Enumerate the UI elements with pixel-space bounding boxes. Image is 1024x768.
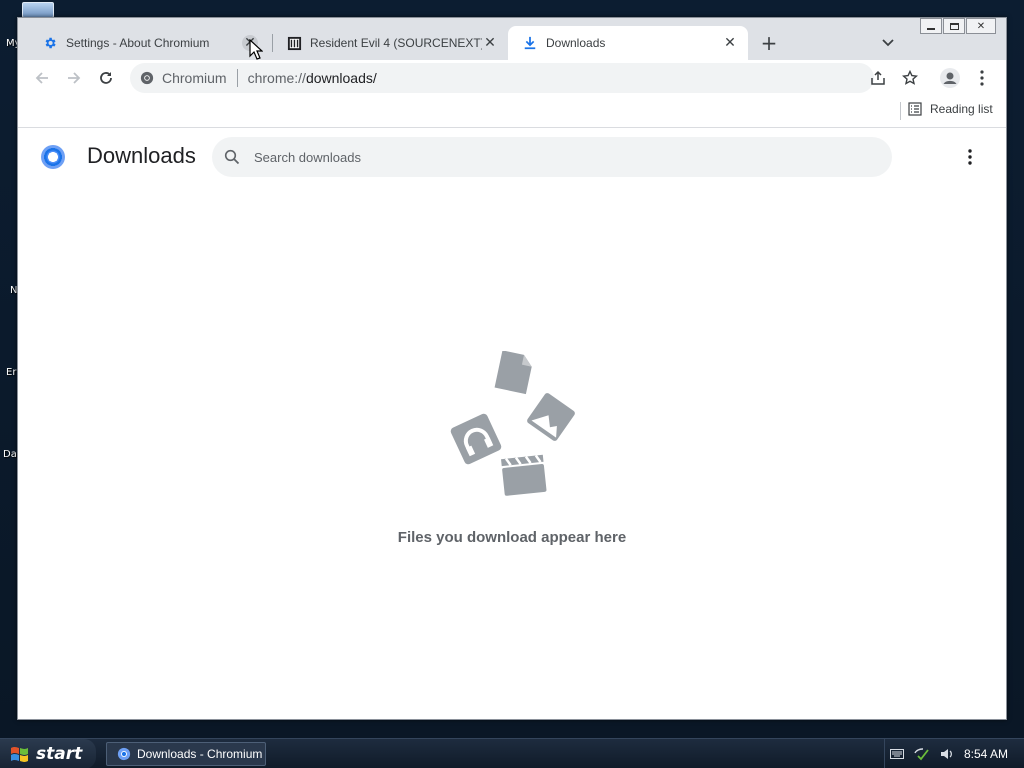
desktop-icon[interactable] — [22, 2, 54, 18]
start-button[interactable]: start — [0, 739, 96, 768]
reading-list-icon — [908, 102, 922, 116]
kebab-menu-icon — [968, 149, 972, 165]
omnibox-separator — [236, 69, 238, 87]
tab-title: Downloads — [546, 36, 606, 50]
profile-button[interactable] — [936, 64, 964, 92]
url-path: downloads/ — [305, 70, 377, 86]
chevron-down-icon — [882, 39, 894, 47]
tab-resident-evil[interactable]: Resident Evil 4 (SOURCENEXT) - PC ✕ — [272, 26, 508, 60]
share-button[interactable] — [864, 64, 892, 92]
clock[interactable]: 8:54 AM — [964, 747, 1008, 761]
reload-icon — [100, 72, 112, 84]
network-icon[interactable] — [914, 747, 930, 761]
tab-title: Resident Evil 4 (SOURCENEXT) - PC — [310, 36, 482, 50]
bookmarks-separator — [900, 102, 901, 120]
empty-state-message: Files you download appear here — [397, 529, 627, 546]
search-downloads-box[interactable] — [212, 137, 892, 177]
keyboard-icon[interactable] — [889, 749, 904, 759]
chromium-icon — [140, 71, 154, 85]
close-icon: ✕ — [976, 20, 986, 32]
volume-icon[interactable] — [940, 747, 954, 761]
bookmarks-bar: Reading list — [18, 96, 1006, 128]
desktop-icon-label[interactable]: Da — [3, 449, 17, 460]
url-scheme: chrome:// — [247, 70, 306, 86]
empty-downloads-illustration — [450, 351, 575, 496]
downloads-page: Downloads Search downloads Files you dow… — [18, 129, 1006, 719]
taskbar-item-chromium[interactable]: Downloads - Chromium — [106, 742, 266, 766]
address-bar[interactable]: Chromium chrome://downloads/ — [130, 63, 874, 93]
star-icon — [902, 70, 918, 85]
search-downloads-input[interactable] — [254, 149, 854, 165]
chromium-logo — [41, 145, 65, 169]
page-title: Downloads — [87, 143, 196, 168]
taskbar-item-label: Downloads - Chromium — [137, 747, 263, 761]
video-icon — [501, 454, 547, 496]
origin-chip-label: Chromium — [162, 70, 227, 86]
plus-icon: + — [760, 31, 778, 55]
new-tab-button[interactable]: + — [756, 30, 782, 56]
minimize-icon — [927, 27, 935, 30]
reload-button[interactable] — [92, 64, 120, 92]
taskbar: start Downloads - Chromium 8:54 AM — [0, 738, 1024, 768]
reading-list-button[interactable]: Reading list — [908, 102, 993, 116]
tab-close-icon[interactable]: ✕ — [482, 35, 498, 51]
avatar-icon — [940, 68, 960, 88]
window-caption-buttons: ✕ — [920, 18, 996, 34]
gear-icon — [42, 35, 58, 51]
tab-settings[interactable]: Settings - About Chromium ✕ — [28, 26, 268, 60]
tab-strip: Settings - About Chromium ✕ Resident Evi… — [18, 18, 1006, 60]
document-icon — [494, 351, 532, 395]
downloads-more-actions-button[interactable] — [958, 143, 982, 171]
restore-icon — [949, 22, 959, 30]
windows-logo-icon — [11, 747, 28, 762]
menu-button[interactable] — [968, 64, 996, 92]
image-icon — [527, 393, 575, 441]
back-button[interactable] — [28, 64, 56, 92]
forward-button[interactable] — [60, 64, 88, 92]
museum-icon — [286, 35, 302, 51]
audio-icon — [450, 413, 502, 465]
start-label: start — [36, 744, 83, 764]
mouse-cursor-icon — [249, 39, 263, 60]
close-window-button[interactable]: ✕ — [966, 18, 996, 34]
browser-toolbar: Chromium chrome://downloads/ — [18, 60, 1006, 96]
system-tray: 8:54 AM — [884, 739, 1024, 768]
minimize-button[interactable] — [920, 18, 942, 34]
chromium-icon — [117, 747, 131, 761]
tab-search-button[interactable] — [876, 30, 900, 56]
tab-title: Settings - About Chromium — [66, 36, 210, 50]
desktop-icon-label[interactable]: Er — [6, 367, 16, 378]
reading-list-label: Reading list — [930, 102, 993, 116]
tab-close-icon[interactable]: ✕ — [722, 35, 738, 51]
arrow-left-icon — [35, 72, 48, 84]
tab-downloads[interactable]: Downloads ✕ — [508, 26, 748, 60]
restore-button[interactable] — [943, 18, 965, 34]
bookmark-star-button[interactable] — [896, 64, 924, 92]
search-icon — [224, 149, 240, 165]
browser-window: Settings - About Chromium ✕ Resident Evi… — [17, 17, 1007, 720]
download-icon — [522, 35, 538, 51]
arrow-right-icon — [68, 72, 81, 84]
kebab-menu-icon — [980, 70, 984, 86]
share-icon — [871, 70, 885, 85]
